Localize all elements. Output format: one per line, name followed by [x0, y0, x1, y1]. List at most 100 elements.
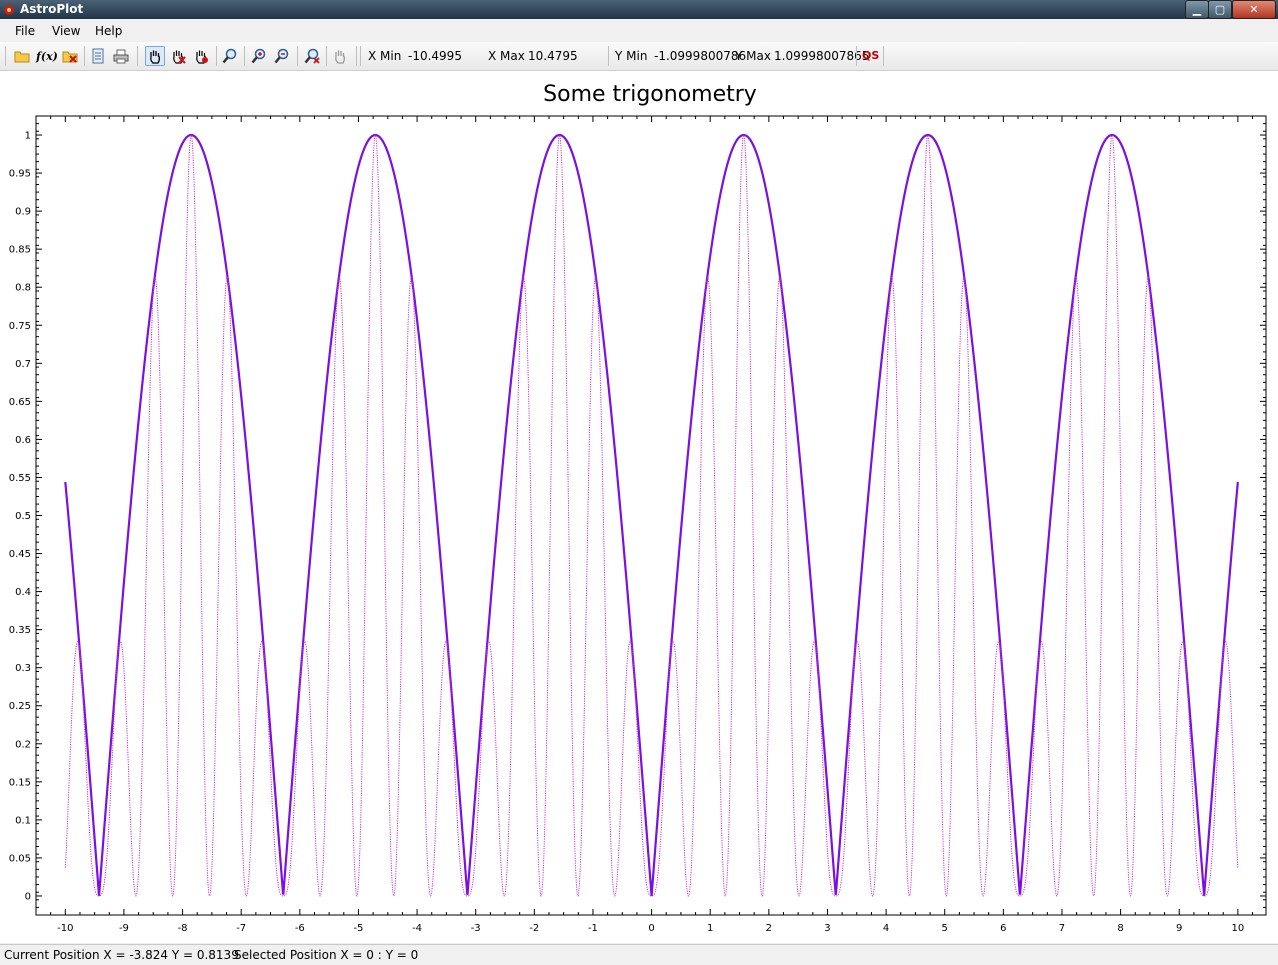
menu-file[interactable]: File	[15, 24, 35, 38]
y-tick-label: 0.9	[15, 207, 31, 218]
toolbar-grip	[5, 46, 6, 66]
x-tick-label: 5	[942, 923, 948, 934]
y-tick-label: 0.35	[9, 625, 31, 636]
y-tick-label: 0.5	[15, 511, 31, 522]
close-file-button[interactable]	[60, 46, 80, 66]
pan-hand-icon	[150, 50, 160, 64]
x-tick-label: -7	[236, 923, 246, 934]
x-tick-label: 9	[1176, 923, 1182, 934]
x-tick-label: -5	[353, 923, 363, 934]
close-folder-icon	[62, 51, 78, 63]
delete-point-button[interactable]	[168, 46, 188, 66]
x-tick-label: 3	[824, 923, 830, 934]
x-tick-label: 1	[707, 923, 713, 934]
grab-button[interactable]	[330, 46, 350, 66]
x-tick-label: 7	[1059, 923, 1065, 934]
toolbar-separator	[360, 46, 361, 66]
xmax-label: X Max	[488, 49, 525, 63]
plot-area[interactable]: Some trigonometry -10 -9 -8 -7 -6 -5 -4 -3 -2 -1 0…	[0, 71, 1278, 943]
toolbar-separator	[137, 46, 138, 66]
y-tick-label: 0.45	[9, 549, 31, 560]
y-tick-label: 0.6	[15, 435, 31, 446]
y-tick-label: 0.75	[9, 321, 31, 332]
zoom-in-icon	[251, 48, 266, 64]
y-tick-label: 0.8	[15, 283, 31, 294]
series-line-2	[64, 134, 1239, 897]
toolbar-separator	[216, 46, 217, 66]
x-tick-label: -8	[178, 923, 188, 934]
app-icon	[4, 5, 14, 15]
pan-tool-button[interactable]	[145, 46, 165, 66]
toolbar-separator	[84, 46, 85, 66]
magnifier-icon	[222, 48, 237, 64]
y-tick-label: 0.95	[9, 169, 31, 180]
ymax-label: Y Max	[735, 49, 771, 63]
y-tick-label: 0.55	[9, 473, 31, 484]
move-point-icon	[196, 50, 208, 64]
selected-position-text: Selected Position X = 0 : Y = 0	[234, 948, 419, 962]
close-icon: ✕	[1249, 3, 1259, 16]
y-tick-label: 0.4	[15, 587, 31, 598]
zoom-out-icon	[274, 48, 289, 64]
x-tick-label: 4	[883, 923, 889, 934]
export-icon	[92, 48, 104, 64]
title-bar: AstroPlot ▁ ▢ ✕	[0, 0, 1278, 19]
quick-settings-icon: QS	[862, 49, 880, 62]
x-tick-label: 8	[1117, 923, 1123, 934]
maximize-button[interactable]: ▢	[1208, 0, 1232, 19]
y-tick-label: 0.3	[15, 663, 31, 674]
y-tick-label: 0.25	[9, 701, 31, 712]
axis-ticks: -10 -9 -8 -7 -6 -5 -4 -3 -2 -1 0 1 2 3 4 5 6 7 8 9 1000.050.…	[9, 116, 1266, 934]
y-tick-label: 0.7	[15, 359, 31, 370]
move-point-button[interactable]	[191, 46, 211, 66]
x-tick-label: 10	[1231, 923, 1244, 934]
toolbar-separator	[244, 46, 245, 66]
xmax-field[interactable]: 10.4795	[528, 49, 578, 63]
menu-view[interactable]: View	[52, 24, 80, 38]
function-icon: f(x)	[36, 49, 58, 63]
xmin-label: X Min	[368, 49, 402, 63]
ymin-field[interactable]: -1.0999800786	[654, 49, 746, 63]
x-tick-label: 0	[648, 923, 654, 934]
function-button[interactable]: f(x)	[35, 46, 59, 66]
delete-point-icon	[173, 50, 186, 64]
toolbar-separator	[326, 46, 327, 66]
toolbar: f(x) X Min -10.4995 X Max 10.4795 Y Min …	[0, 42, 1278, 71]
chart[interactable]: Some trigonometry -10 -9 -8 -7 -6 -5 -4 -3 -2 -1 0…	[0, 71, 1278, 943]
print-button[interactable]	[111, 46, 131, 66]
status-bar: Current Position X = -3.824 Y = 0.8139 S…	[0, 944, 1278, 965]
zoom-reset-button[interactable]	[302, 46, 322, 66]
series-group	[64, 133, 1239, 897]
chart-title: Some trigonometry	[543, 82, 757, 107]
close-button[interactable]: ✕	[1232, 0, 1276, 19]
x-tick-label: 2	[766, 923, 772, 934]
toolbar-separator	[297, 46, 298, 66]
x-tick-label: -2	[529, 923, 539, 934]
zoom-in-button[interactable]	[249, 46, 269, 66]
y-tick-label: 0.85	[9, 245, 31, 256]
toolbar-separator	[356, 46, 357, 66]
series-line-1	[64, 133, 1239, 897]
y-tick-label: 0.05	[9, 853, 31, 864]
quick-settings-button[interactable]: QS	[862, 49, 879, 62]
y-tick-label: 1	[25, 131, 31, 142]
y-tick-label: 0.2	[15, 739, 31, 750]
y-tick-label: 0.1	[15, 815, 31, 826]
y-tick-label: 0.65	[9, 397, 31, 408]
toolbar-separator	[883, 46, 884, 66]
xmin-field[interactable]: -10.4995	[408, 49, 462, 63]
ymin-label: Y Min	[615, 49, 648, 63]
open-button[interactable]	[12, 46, 32, 66]
menu-help[interactable]: Help	[95, 24, 122, 38]
magnifier-button[interactable]	[220, 46, 240, 66]
open-folder-icon	[14, 51, 30, 63]
window-title: AstroPlot	[20, 2, 84, 16]
export-button[interactable]	[88, 46, 108, 66]
zoom-reset-icon	[304, 48, 320, 64]
zoom-out-button[interactable]	[272, 46, 292, 66]
x-tick-label: -4	[412, 923, 422, 934]
x-tick-label: -6	[295, 923, 305, 934]
grab-hand-icon	[335, 50, 345, 64]
minimize-button[interactable]: ▁	[1185, 0, 1209, 19]
toolbar-separator	[856, 46, 857, 66]
